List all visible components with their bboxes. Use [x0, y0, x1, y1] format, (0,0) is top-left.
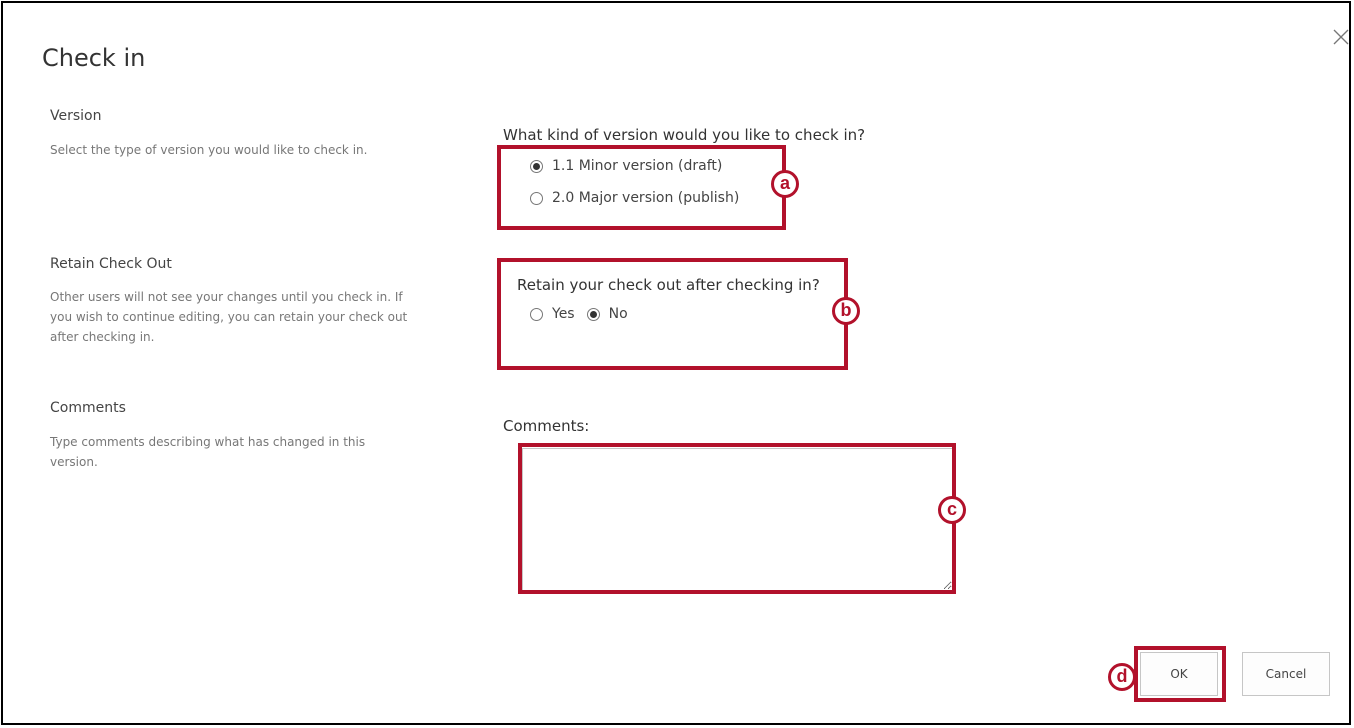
retain-description-line-2: you wish to continue editing, you can re… [50, 310, 408, 324]
retain-description-line-1: Other users will not see your changes un… [50, 290, 403, 304]
highlight-box-d [1134, 646, 1226, 702]
highlight-box-b [497, 258, 848, 370]
highlight-box-a [497, 145, 786, 230]
comments-description-line-2: version. [50, 455, 98, 469]
retain-description-line-3: after checking in. [50, 330, 155, 344]
highlight-box-c [518, 443, 956, 594]
annotation-badge-b: b [832, 297, 860, 325]
comments-field-label: Comments: [503, 417, 590, 435]
annotation-badge-c: c [938, 496, 966, 524]
version-description: Select the type of version you would lik… [50, 143, 368, 157]
version-question: What kind of version would you like to c… [503, 126, 866, 144]
annotation-badge-a: a [771, 170, 799, 198]
dialog-title: Check in [42, 44, 146, 72]
comments-heading: Comments [50, 400, 126, 416]
comments-description-line-1: Type comments describing what has change… [50, 435, 366, 449]
annotation-badge-d: d [1108, 663, 1136, 691]
cancel-button[interactable]: Cancel [1242, 652, 1330, 696]
retain-heading: Retain Check Out [50, 256, 172, 272]
close-icon[interactable] [1330, 26, 1352, 48]
version-heading: Version [50, 108, 102, 124]
